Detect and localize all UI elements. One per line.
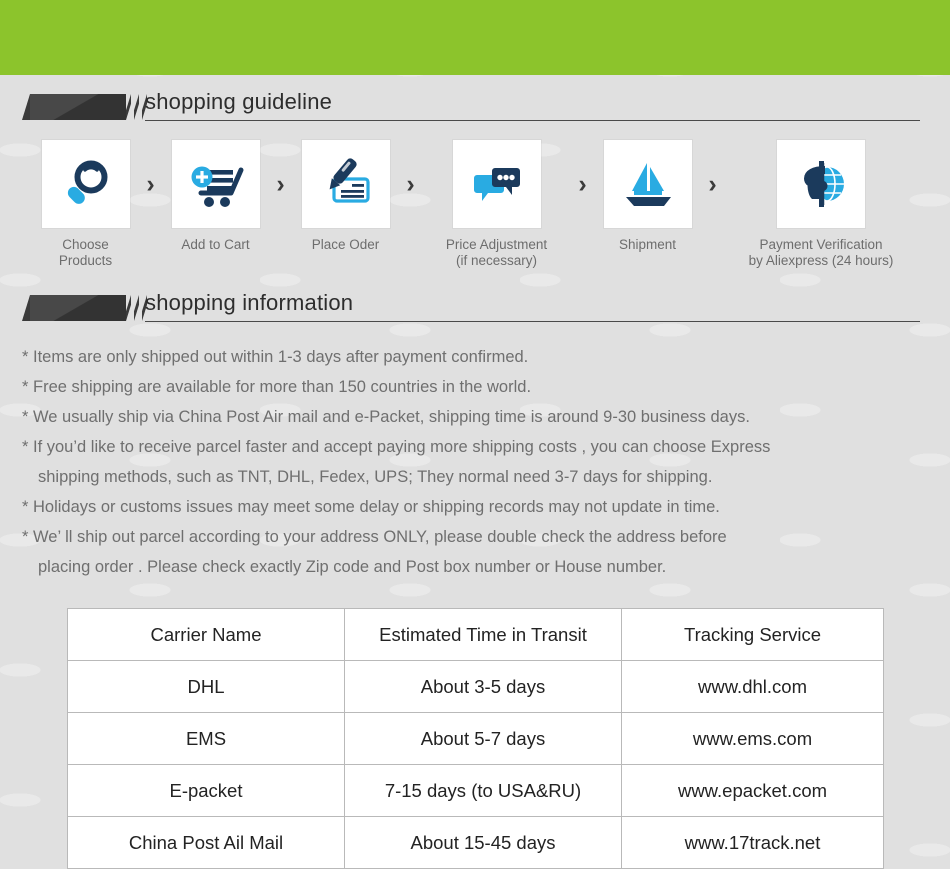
info-line: * Free shipping are available for more t… — [22, 378, 532, 396]
info-line: * We usually ship via China Post Air mai… — [22, 408, 750, 426]
table-row: EMS About 5-7 days www.ems.com — [67, 712, 884, 765]
chevron-right-icon: › — [146, 169, 155, 198]
step-icon-box — [777, 140, 865, 228]
section-title-guideline: shopping guideline — [145, 89, 333, 114]
table-row: E-packet 7-15 days (to USA&RU) www.epack… — [67, 764, 884, 817]
table-row: DHL About 3-5 days www.dhl.com — [67, 660, 884, 713]
step-label: Add to Cart — [181, 237, 250, 252]
table-cell-tracking[interactable]: www.ems.com — [621, 712, 884, 765]
carrier-table: Carrier Name Estimated Time in Transit T… — [67, 608, 884, 869]
heading-tag-shape — [22, 295, 126, 321]
table-cell-transit: About 15-45 days — [344, 816, 622, 869]
step-label: Place Oder — [311, 237, 380, 252]
dollar-globe-icon — [803, 161, 844, 207]
table-cell-carrier: EMS — [67, 712, 345, 765]
table-cell-tracking[interactable]: www.epacket.com — [621, 764, 884, 817]
heading-rule — [145, 321, 920, 322]
info-line: * Items are only shipped out within 1-3 … — [22, 348, 529, 366]
table-header-row: Carrier Name Estimated Time in Transit T… — [67, 608, 884, 661]
info-line: * If you’d like to receive parcel faster… — [22, 438, 771, 456]
info-line: shipping methods, such as TNT, DHL, Fede… — [38, 468, 713, 486]
step-icon-box — [301, 140, 390, 228]
info-line: * We’ ll ship out parcel according to yo… — [22, 528, 727, 546]
table-cell-transit: About 5-7 days — [344, 712, 622, 765]
chevron-right-icon: › — [276, 169, 285, 198]
step-choose-products[interactable]: Choose Products — [41, 140, 130, 269]
table-row: China Post Ail Mail About 15-45 days www… — [67, 816, 884, 869]
info-line: placing order . Please check exactly Zip… — [38, 558, 667, 576]
step-label: Payment Verification by Aliexpress (24 h… — [748, 237, 894, 268]
table-cell-carrier: DHL — [67, 660, 345, 713]
table-cell-transit: About 3-5 days — [344, 660, 622, 713]
section-title-information: shopping information — [145, 290, 354, 315]
section-header-information: shopping information — [0, 290, 950, 333]
sailboat-icon — [625, 163, 671, 206]
shipping-info-list: * Items are only shipped out within 1-3 … — [0, 342, 950, 582]
step-label: Price Adjustment (if necessary) — [445, 237, 548, 268]
chevron-right-icon: › — [578, 169, 587, 198]
green-banner — [0, 0, 950, 75]
step-shipment[interactable]: Shipment — [603, 140, 692, 253]
step-place-order[interactable]: Place Oder — [301, 140, 390, 253]
heading-rule — [145, 120, 920, 121]
table-cell-carrier: China Post Ail Mail — [67, 816, 345, 869]
step-label: Choose Products — [58, 237, 113, 268]
chat-bubbles-icon — [473, 168, 520, 201]
table-cell-tracking[interactable]: www.dhl.com — [621, 660, 884, 713]
section-header-guideline: shopping guideline — [0, 89, 950, 132]
step-price-adjustment[interactable]: Price Adjustment (if necessary) — [432, 140, 562, 269]
magnifier-icon — [67, 160, 107, 204]
table-cell-tracking[interactable]: www.17track.net — [621, 816, 884, 869]
step-add-to-cart[interactable]: Add to Cart — [171, 140, 260, 253]
table-cell-transit: 7-15 days (to USA&RU) — [344, 764, 622, 817]
info-line: * Holidays or customs issues may meet so… — [22, 498, 720, 516]
chevron-right-icon: › — [708, 169, 717, 198]
table-cell-carrier: E-packet — [67, 764, 345, 817]
shopping-steps: Choose Products › Add to Cart › Place Od… — [0, 140, 950, 280]
table-header-cell: Estimated Time in Transit — [344, 608, 622, 661]
heading-tag-shape — [22, 94, 126, 120]
pen-check-icon — [329, 158, 370, 203]
step-icon-box — [41, 140, 130, 228]
add-to-cart-icon — [191, 166, 243, 207]
step-icon-box — [452, 140, 541, 228]
step-label: Shipment — [618, 237, 677, 252]
table-header-cell: Tracking Service — [621, 608, 884, 661]
table-header-cell: Carrier Name — [67, 608, 345, 661]
chevron-right-icon: › — [406, 169, 415, 198]
step-payment-verification[interactable]: Payment Verification by Aliexpress (24 h… — [734, 140, 909, 269]
step-icon-box — [171, 140, 260, 228]
step-icon-box — [603, 140, 692, 228]
